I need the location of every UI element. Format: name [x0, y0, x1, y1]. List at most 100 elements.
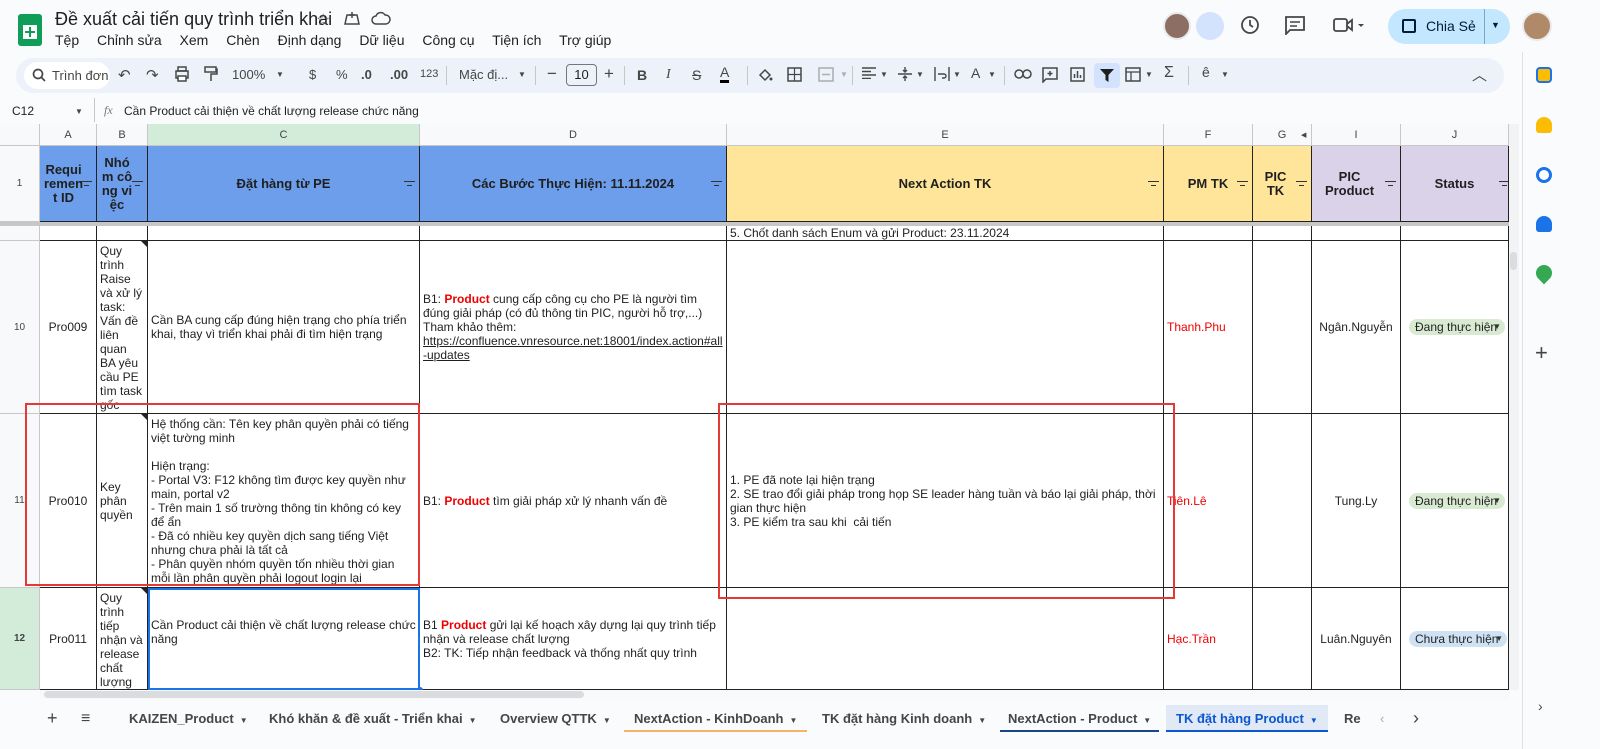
column-header-b[interactable]: B	[97, 124, 148, 146]
header-requirement-id[interactable]: Requirement ID	[40, 146, 97, 222]
cell-group[interactable]: Quy trình Raise và xử lý task: Vấn đề li…	[97, 241, 148, 414]
sheet-tab[interactable]: NextAction - KinhDoanh ▼	[624, 705, 808, 732]
cell-e9[interactable]: 5. Chốt danh sách Enum và gửi Product: 2…	[727, 226, 1164, 241]
keep-icon[interactable]	[1536, 117, 1552, 133]
filter-icon[interactable]	[711, 180, 722, 188]
filter-icon[interactable]	[404, 180, 415, 188]
font-size-decrease-button[interactable]: −	[547, 64, 557, 84]
cell-a9[interactable]	[40, 226, 97, 241]
header-next-action[interactable]: Next Action TK	[727, 146, 1164, 222]
menu-extensions[interactable]: Tiện ích	[492, 32, 541, 48]
cell-status[interactable]: Chưa thực hiện	[1401, 588, 1509, 690]
cell-pic-product[interactable]: Ngân.Nguyễn	[1312, 241, 1401, 414]
filter-icon[interactable]	[132, 180, 143, 188]
maps-icon[interactable]	[1532, 261, 1556, 285]
zoom-dropdown-icon[interactable]: ▼	[276, 70, 284, 79]
horizontal-align-icon[interactable]	[862, 67, 876, 82]
cell-j9[interactable]	[1401, 226, 1509, 241]
search-input[interactable]: Trình đơn	[52, 68, 110, 83]
percent-format-button[interactable]: %	[336, 67, 348, 82]
filter-icon[interactable]	[1237, 180, 1248, 188]
column-header-d[interactable]: D	[420, 124, 727, 146]
note-indicator[interactable]	[141, 588, 147, 594]
cell-pic-tk[interactable]	[1253, 414, 1312, 588]
cell-pic-tk[interactable]	[1253, 241, 1312, 414]
menu-edit[interactable]: Chỉnh sửa	[97, 32, 162, 48]
name-box[interactable]: C12	[12, 104, 34, 118]
header-pic-tk[interactable]: PIC TK	[1253, 146, 1312, 222]
status-chip[interactable]: Đang thực hiện	[1409, 492, 1505, 509]
cell-steps[interactable]: B1: Product cung cấp công cụ cho PE là n…	[420, 241, 727, 414]
decrease-decimal-button[interactable]: .0	[361, 67, 372, 82]
header-pm[interactable]: PM TK	[1164, 146, 1253, 222]
horizontal-scrollbar[interactable]	[40, 690, 1509, 699]
doc-title[interactable]: Đề xuất cải tiến quy trình triển khai	[55, 9, 332, 30]
note-indicator[interactable]	[141, 241, 147, 247]
column-header-i[interactable]: I	[1312, 124, 1401, 146]
row-header-10[interactable]: 10	[0, 241, 40, 414]
filter-icon[interactable]	[1296, 180, 1307, 188]
cell-order-selected[interactable]: Cần Product cải thiện về chất lượng rele…	[148, 588, 420, 690]
valign-dropdown-icon[interactable]: ▼	[916, 70, 924, 79]
text-rotation-icon[interactable]: A	[971, 65, 980, 81]
sheets-logo-icon[interactable]	[18, 14, 42, 46]
calendar-icon[interactable]	[1536, 67, 1552, 83]
print-icon[interactable]	[174, 66, 190, 85]
menu-insert[interactable]: Chèn	[226, 32, 259, 48]
cell-pic-product[interactable]: Tung.Ly	[1312, 414, 1401, 588]
filter-icon[interactable]	[81, 180, 92, 188]
redo-icon[interactable]: ↷	[146, 66, 159, 84]
functions-icon[interactable]: Σ	[1164, 64, 1174, 82]
sheet-tab[interactable]: NextAction - Product ▼	[1000, 705, 1160, 732]
cell-pm[interactable]: Thanh.Phu	[1164, 241, 1253, 414]
font-size-input[interactable]: 10	[566, 64, 597, 86]
vertical-scroll-thumb[interactable]	[1510, 252, 1517, 270]
video-call-icon[interactable]	[1333, 17, 1365, 38]
sheet-tab[interactable]: KAIZEN_Product ▼	[129, 705, 248, 732]
cell-d9[interactable]	[420, 226, 727, 241]
name-box-dropdown-icon[interactable]: ▼	[75, 107, 83, 116]
merge-cells-icon[interactable]	[818, 67, 834, 85]
confluence-link[interactable]: https://confluence.vnresource.net:18001/…	[423, 334, 723, 362]
insert-comment-icon[interactable]	[1042, 67, 1058, 86]
halign-dropdown-icon[interactable]: ▼	[880, 70, 888, 79]
collaborator-avatar[interactable]	[1163, 12, 1191, 40]
column-header-e[interactable]: E	[727, 124, 1164, 146]
filter-views-dropdown-icon[interactable]: ▼	[1145, 70, 1153, 79]
expand-side-panel-icon[interactable]: ›	[1538, 698, 1543, 714]
undo-icon[interactable]: ↶	[118, 66, 131, 84]
sheet-tab-active[interactable]: TK đặt hàng Product ▼	[1166, 705, 1328, 732]
cell-next-action[interactable]	[727, 588, 1164, 690]
cell-pic-tk[interactable]	[1253, 588, 1312, 690]
zoom-select[interactable]: 100%	[232, 67, 265, 82]
text-color-icon[interactable]: A	[720, 64, 730, 83]
contacts-icon[interactable]	[1536, 216, 1552, 232]
text-wrap-icon[interactable]	[934, 67, 950, 84]
cell-requirement-id[interactable]: Pro011	[40, 588, 97, 690]
cell-pm[interactable]: Tiên.Lê	[1164, 414, 1253, 588]
cell-steps[interactable]: B1: Product tìm giải pháp xử lý nhanh vấ…	[420, 414, 727, 588]
cell-g9[interactable]	[1253, 226, 1312, 241]
bold-icon[interactable]: B	[637, 67, 647, 83]
row-header-9[interactable]	[0, 226, 40, 241]
column-header-a[interactable]: A	[40, 124, 97, 146]
wrap-dropdown-icon[interactable]: ▼	[953, 70, 961, 79]
font-size-increase-button[interactable]: +	[604, 64, 614, 84]
cell-order[interactable]: Cần BA cung cấp đúng hiện trạng cho phía…	[148, 241, 420, 414]
font-family-select[interactable]: Mặc đị...	[459, 67, 508, 82]
menu-data[interactable]: Dữ liệu	[359, 32, 404, 48]
menu-format[interactable]: Định dạng	[278, 32, 342, 48]
present-icon[interactable]	[1196, 12, 1224, 40]
cell-steps[interactable]: B1 Product gửi lại kế hoạch xây dựng lại…	[420, 588, 727, 690]
formula-input[interactable]: Cần Product cải thiện về chất lượng rele…	[124, 104, 419, 118]
cloud-status-icon[interactable]	[371, 11, 391, 30]
move-icon[interactable]	[343, 10, 361, 31]
star-icon[interactable]: ☆	[316, 10, 330, 30]
cell-group[interactable]: Quy trình tiếp nhận và release chất lượn…	[97, 588, 148, 690]
sheet-tab[interactable]: Khó khăn & đề xuất - Triển khai ▼	[269, 705, 477, 732]
column-header-c[interactable]: C	[148, 124, 420, 146]
select-all-corner[interactable]	[0, 124, 40, 146]
insert-chart-icon[interactable]	[1070, 67, 1085, 85]
cell-pic-product[interactable]: Luân.Nguyên	[1312, 588, 1401, 690]
horizontal-scroll-thumb[interactable]	[44, 691, 584, 698]
